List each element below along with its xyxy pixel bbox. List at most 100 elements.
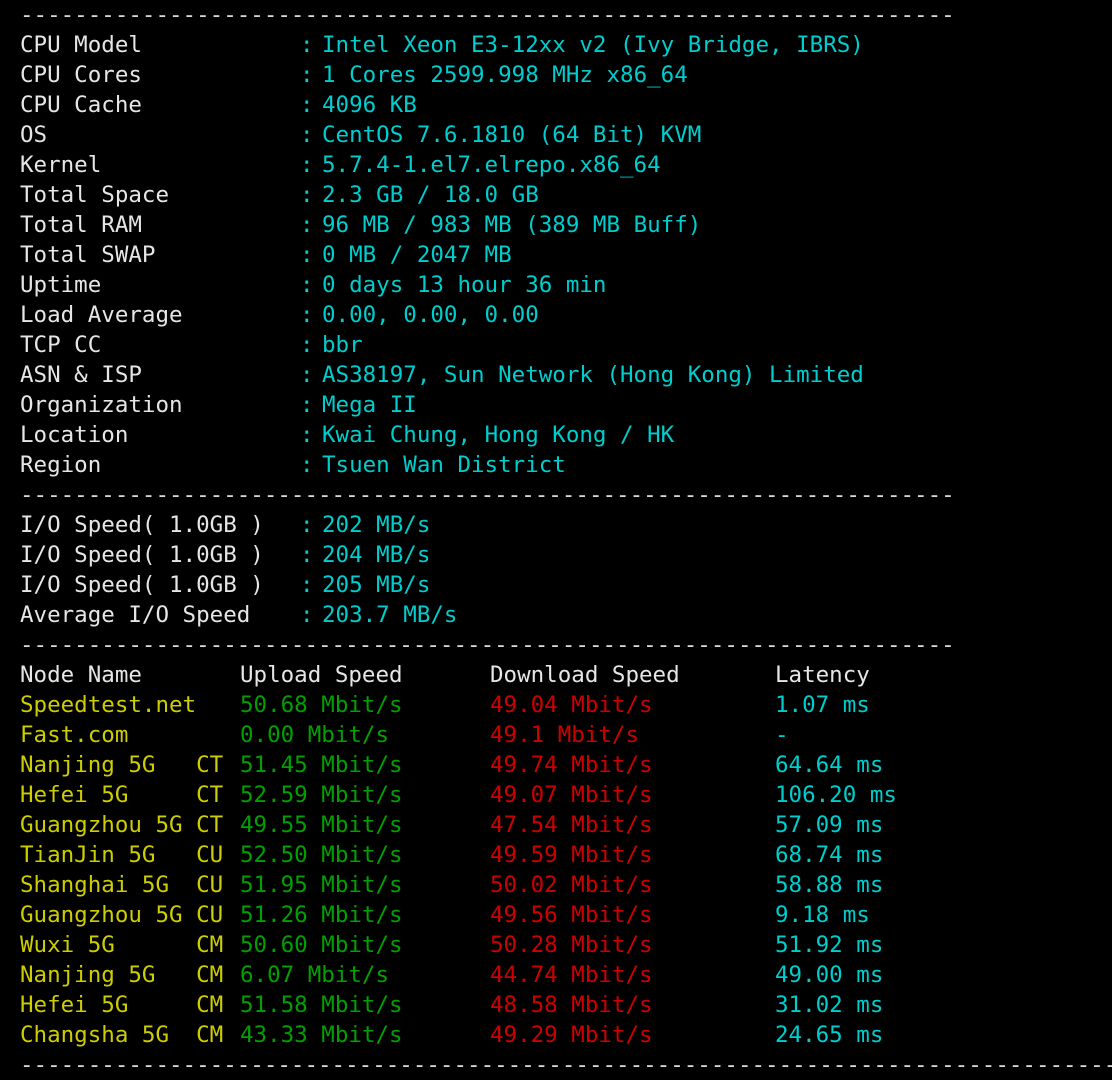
speedtest-node-name: Guangzhou 5G CT [20,812,224,838]
system-info-label: Total SWAP [20,242,156,268]
system-info-colon: : [300,362,314,388]
io-speed-colon: : [300,572,314,598]
system-info-row: Location: Kwai Chung, Hong Kong / HK [0,420,1112,450]
system-info-row: OS: CentOS 7.6.1810 (64 Bit) KVM [0,120,1112,150]
speedtest-download-speed: 49.59 Mbit/s [490,842,653,868]
system-info-value: 96 MB / [322,212,431,238]
speedtest-latency: 49.00 ms [775,962,884,988]
speedtest-node-name: Guangzhou 5G CU [20,902,224,928]
speedtest-row: Guangzhou 5G CU 51.26 Mbit/s 49.56 Mbit/s 9… [0,900,1112,930]
speedtest-download-speed: 49.56 Mbit/s [490,902,653,928]
speedtest-node-name: Hefei 5G CT [20,782,224,808]
speedtest-upload-speed: 51.26 Mbit/s [240,902,403,928]
system-info-value-highlight: KVM [660,122,702,148]
system-info-row: Total SWAP:0 MB / 2047 MB [0,240,1112,270]
system-info-value: 0 days 13 hour 36 min [322,272,607,298]
system-info-row: Load Average:0.00, 0.00, 0.00 [0,300,1112,330]
speedtest-upload-speed: 50.60 Mbit/s [240,932,403,958]
system-info-label: CPU Cores [20,62,142,88]
system-info-value: Tsuen Wan District [322,452,566,478]
system-info-label: Region [20,452,102,478]
system-info-row: Organization: Mega II [0,390,1112,420]
system-info-section: CPU Model: Intel Xeon E3-12xx v2 (Ivy Bri… [0,30,1112,480]
system-info-colon: : [300,92,314,118]
speedtest-row: Nanjing 5G CM 6.07 Mbit/s 44.74 Mbit/s 49.0… [0,960,1112,990]
separator-bottom: ----------------------------------------… [0,1050,1112,1080]
io-speed-label: Average I/O Speed [20,602,251,628]
separator-io-top: ----------------------------------------… [0,480,1112,510]
speedtest-upload-speed: 50.68 Mbit/s [240,692,403,718]
system-info-value-tail: 2599.998 MHz x86_64 [416,62,688,88]
system-info-colon: : [300,32,314,58]
speedtest-download-speed: 49.1 Mbit/s [490,722,640,748]
system-info-row: Kernel:5.7.4-1.el7.elrepo.x86_64 [0,150,1112,180]
system-info-colon: : [300,122,314,148]
speedtest-row: Hefei 5G CM 51.58 Mbit/s 48.58 Mbit/s 31.02… [0,990,1112,1020]
system-info-row: CPU Cores:1 Cores 2599.998 MHz x86_64 [0,60,1112,90]
speedtest-upload-speed: 52.59 Mbit/s [240,782,403,808]
system-info-row: CPU Model: Intel Xeon E3-12xx v2 (Ivy Bri… [0,30,1112,60]
system-info-colon: : [300,62,314,88]
speedtest-latency: 51.92 ms [775,932,884,958]
io-speed-value: 203.7 MB/s [322,602,458,628]
system-info-colon: : [300,392,314,418]
speedtest-header-latency: Latency [775,662,870,688]
speedtest-row: Shanghai 5G CU 51.95 Mbit/s 50.02 Mbit/s 58… [0,870,1112,900]
separator-line: ----------------------------------------… [20,2,955,28]
speedtest-upload-speed: 51.58 Mbit/s [240,992,403,1018]
speedtest-node-name: Speedtest.net [20,692,197,718]
system-info-label: Uptime [20,272,102,298]
speedtest-header-row: Node Name Upload Speed Download Speed Laten… [0,660,1112,690]
system-info-row: Region: Tsuen Wan District [0,450,1112,480]
system-info-value: 0 MB / 2047 MB [322,242,512,268]
speedtest-latency: 1.07 ms [775,692,870,718]
system-info-label: TCP CC [20,332,102,358]
speedtest-row: Wuxi 5G CM 50.60 Mbit/s 50.28 Mbit/s 51.92 … [0,930,1112,960]
io-speed-label: I/O Speed( 1.0GB ) [20,512,264,538]
system-info-label: OS [20,122,48,148]
speedtest-download-speed: 47.54 Mbit/s [490,812,653,838]
speedtest-row: Speedtest.net 50.68 Mbit/s 49.04 Mbit/s 1.0… [0,690,1112,720]
separator-line: ----------------------------------------… [20,482,955,508]
speedtest-latency: 58.88 ms [775,872,884,898]
system-info-label: Total Space [20,182,170,208]
speedtest-latency: 57.09 ms [775,812,884,838]
speedtest-download-speed: 48.58 Mbit/s [490,992,653,1018]
speedtest-header-upload: Upload Speed [240,662,403,688]
system-info-colon: : [300,272,314,298]
terminal-window: ----------------------------------------… [0,0,1112,1078]
speedtest-node-name: TianJin 5G CU [20,842,224,868]
speedtest-download-speed: 44.74 Mbit/s [490,962,653,988]
system-info-value-highlight: Mega II [322,392,417,418]
speedtest-upload-speed: 0.00 Mbit/s [240,722,390,748]
system-info-value-highlight: 983 MB [430,212,512,238]
system-info-value-highlight: 18.0 GB [443,182,539,208]
system-info-value-highlight: bbr [322,332,363,358]
io-speed-value: 205 MB/s [322,572,431,598]
system-info-value-highlight: 1 Cores [322,62,417,88]
system-info-colon: : [300,422,314,448]
io-speed-section: I/O Speed( 1.0GB ):202 MB/s I/O Speed( 1.… [0,510,1112,630]
speedtest-row: Guangzhou 5G CT 49.55 Mbit/s 47.54 Mbit/s 5… [0,810,1112,840]
speedtest-latency: 31.02 ms [775,992,884,1018]
speedtest-download-speed: 49.29 Mbit/s [490,1022,653,1048]
io-speed-colon: : [300,542,314,568]
io-speed-row: I/O Speed( 1.0GB ):205 MB/s [0,570,1112,600]
speedtest-row: Nanjing 5G CT 51.45 Mbit/s 49.74 Mbit/s 64.… [0,750,1112,780]
system-info-colon: : [300,242,314,268]
system-info-colon: : [300,182,314,208]
speedtest-download-speed: 49.04 Mbit/s [490,692,653,718]
speedtest-header-node: Node Name [20,662,142,688]
speedtest-node-name: Changsha 5G CM [20,1022,224,1048]
io-speed-label: I/O Speed( 1.0GB ) [20,542,264,568]
system-info-value-highlight: Hong Kong / HK [484,422,675,448]
system-info-value: CentOS 7.6.1810 (64 Bit) [322,122,661,148]
system-info-label: Location [20,422,129,448]
speedtest-node-name: Shanghai 5G CU [20,872,224,898]
speedtest-download-speed: 49.74 Mbit/s [490,752,653,778]
system-info-row: CPU Cache:4096 KB [0,90,1112,120]
separator-line: ----------------------------------------… [20,632,955,658]
separator-speedtest-top: ----------------------------------------… [0,630,1112,660]
system-info-colon: : [300,302,314,328]
system-info-label: Organization [20,392,183,418]
